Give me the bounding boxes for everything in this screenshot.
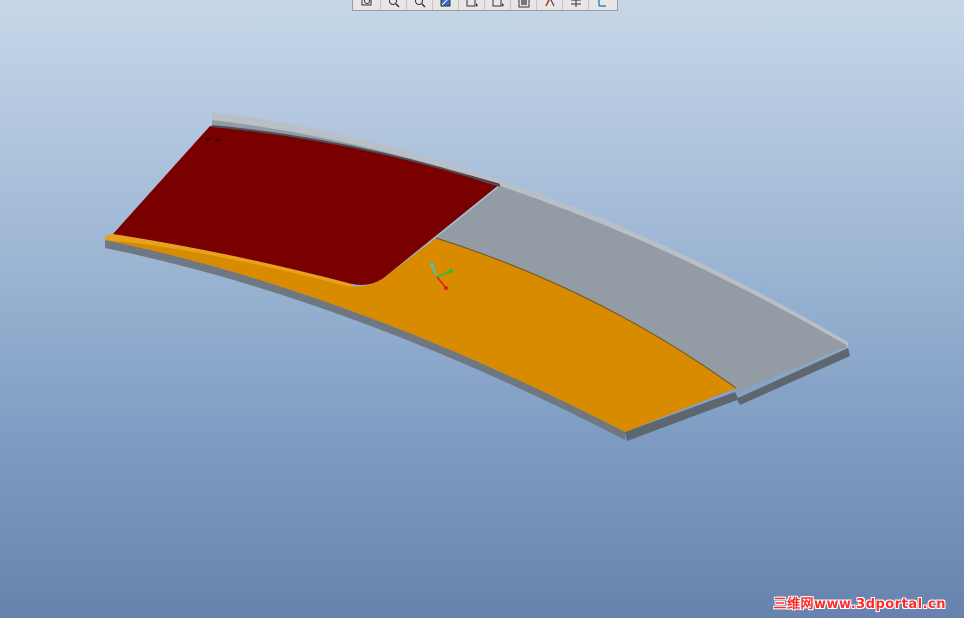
model-scene[interactable]: [0, 0, 964, 618]
watermark-text: 三维网www.3dportal.cn: [773, 597, 946, 612]
hole-marker: [205, 137, 211, 141]
hole-marker: [215, 138, 221, 142]
y-axis-tip: [449, 269, 453, 273]
x-axis-tip: [444, 286, 448, 290]
graphics-viewport[interactable]: 三维网www.3dportal.cn: [0, 0, 964, 618]
z-axis-tip: [430, 263, 434, 267]
